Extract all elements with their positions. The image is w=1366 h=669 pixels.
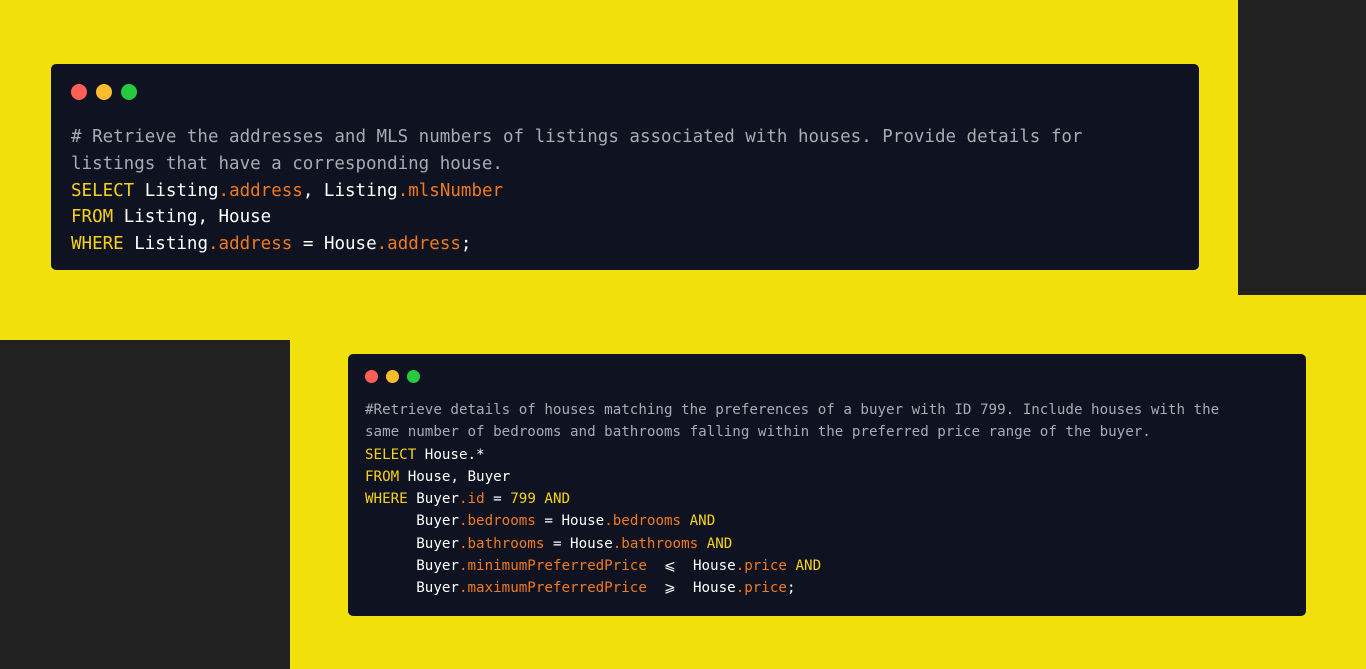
keyword-select: SELECT xyxy=(71,180,135,201)
identifier: Buyer xyxy=(416,580,459,597)
operator: ⩾ xyxy=(663,580,676,597)
identifier: House xyxy=(692,558,736,575)
operator: ⩽ xyxy=(663,558,676,575)
identifier: Buyer xyxy=(416,513,459,530)
decor-dark-block-bottom-left xyxy=(0,340,290,669)
identifier: House.* xyxy=(424,446,485,463)
property: .id xyxy=(458,491,485,508)
identifier: Listing xyxy=(134,234,208,255)
operator: = xyxy=(544,513,553,530)
maximize-dot-icon[interactable] xyxy=(407,370,420,383)
property: .mlsNumber xyxy=(397,180,504,201)
identifier: Listing xyxy=(144,180,219,201)
keyword-and: AND xyxy=(795,558,822,575)
identifier: Buyer xyxy=(416,535,459,552)
close-dot-icon[interactable] xyxy=(365,370,378,383)
keyword-and: AND xyxy=(544,491,571,508)
property: .price xyxy=(735,558,787,575)
close-dot-icon[interactable] xyxy=(71,84,87,100)
maximize-dot-icon[interactable] xyxy=(121,84,137,100)
code-window-listings: # Retrieve the addresses and MLS numbers… xyxy=(51,64,1199,270)
comment-line: same number of bedrooms and bathrooms fa… xyxy=(365,424,1151,441)
operator: = xyxy=(302,234,314,255)
property: .bedrooms xyxy=(458,513,536,530)
decor-dark-block-top-right xyxy=(1238,0,1366,295)
property: .bathrooms xyxy=(612,535,699,552)
identifier: House xyxy=(692,580,736,597)
minimize-dot-icon[interactable] xyxy=(386,370,399,383)
identifier: Listing, House xyxy=(123,207,272,228)
keyword-from: FROM xyxy=(365,468,400,485)
minimize-dot-icon[interactable] xyxy=(96,84,112,100)
operator: = xyxy=(493,491,502,508)
keyword-select: SELECT xyxy=(365,446,417,463)
identifier: House xyxy=(323,234,377,255)
identifier: House, Buyer xyxy=(407,468,511,485)
punctuation: ; xyxy=(786,580,796,597)
identifier: Listing xyxy=(323,180,398,201)
number-literal: 799 xyxy=(510,491,536,508)
property: .address xyxy=(208,234,293,255)
operator: = xyxy=(552,535,562,552)
property: .price xyxy=(735,580,787,597)
property: .address xyxy=(376,234,461,255)
window-controls xyxy=(365,370,1289,383)
comment-line: # Retrieve the addresses and MLS numbers… xyxy=(71,127,1083,147)
comment-line: listings that have a corresponding house… xyxy=(71,153,503,174)
keyword-where: WHERE xyxy=(71,234,124,255)
identifier: House xyxy=(561,513,605,530)
keyword-from: FROM xyxy=(71,207,114,228)
property: .bathrooms xyxy=(458,535,545,552)
identifier: House xyxy=(570,535,613,552)
property: .minimumPreferredPrice xyxy=(458,558,647,575)
punctuation: ; xyxy=(460,234,472,255)
property: .address xyxy=(218,180,303,201)
window-controls xyxy=(71,84,1179,100)
keyword-where: WHERE xyxy=(365,491,408,508)
identifier: Buyer xyxy=(416,491,459,508)
sql-code-block: # Retrieve the addresses and MLS numbers… xyxy=(71,124,1179,258)
code-window-buyer-houses: #Retrieve details of houses matching the… xyxy=(348,354,1306,616)
identifier: Buyer xyxy=(416,558,459,575)
keyword-and: AND xyxy=(689,513,716,530)
property: .bedrooms xyxy=(604,513,682,530)
punctuation: , xyxy=(302,180,314,201)
keyword-and: AND xyxy=(706,535,733,552)
property: .maximumPreferredPrice xyxy=(458,580,647,597)
comment-line: #Retrieve details of houses matching the… xyxy=(365,402,1220,418)
sql-code-block: #Retrieve details of houses matching the… xyxy=(365,399,1289,600)
